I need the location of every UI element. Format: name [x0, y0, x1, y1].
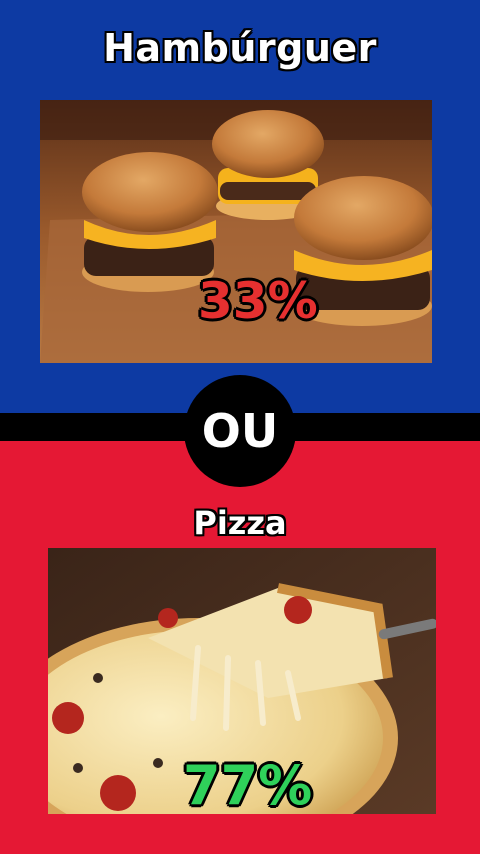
option-a-percent: 33% [198, 272, 318, 330]
option-b-title: Pizza [193, 504, 287, 542]
ou-circle: OU [184, 375, 296, 487]
option-b-percent: 77% [183, 754, 313, 817]
option-a-title: Hambúrguer [103, 26, 377, 70]
ou-label: OU [201, 404, 279, 458]
